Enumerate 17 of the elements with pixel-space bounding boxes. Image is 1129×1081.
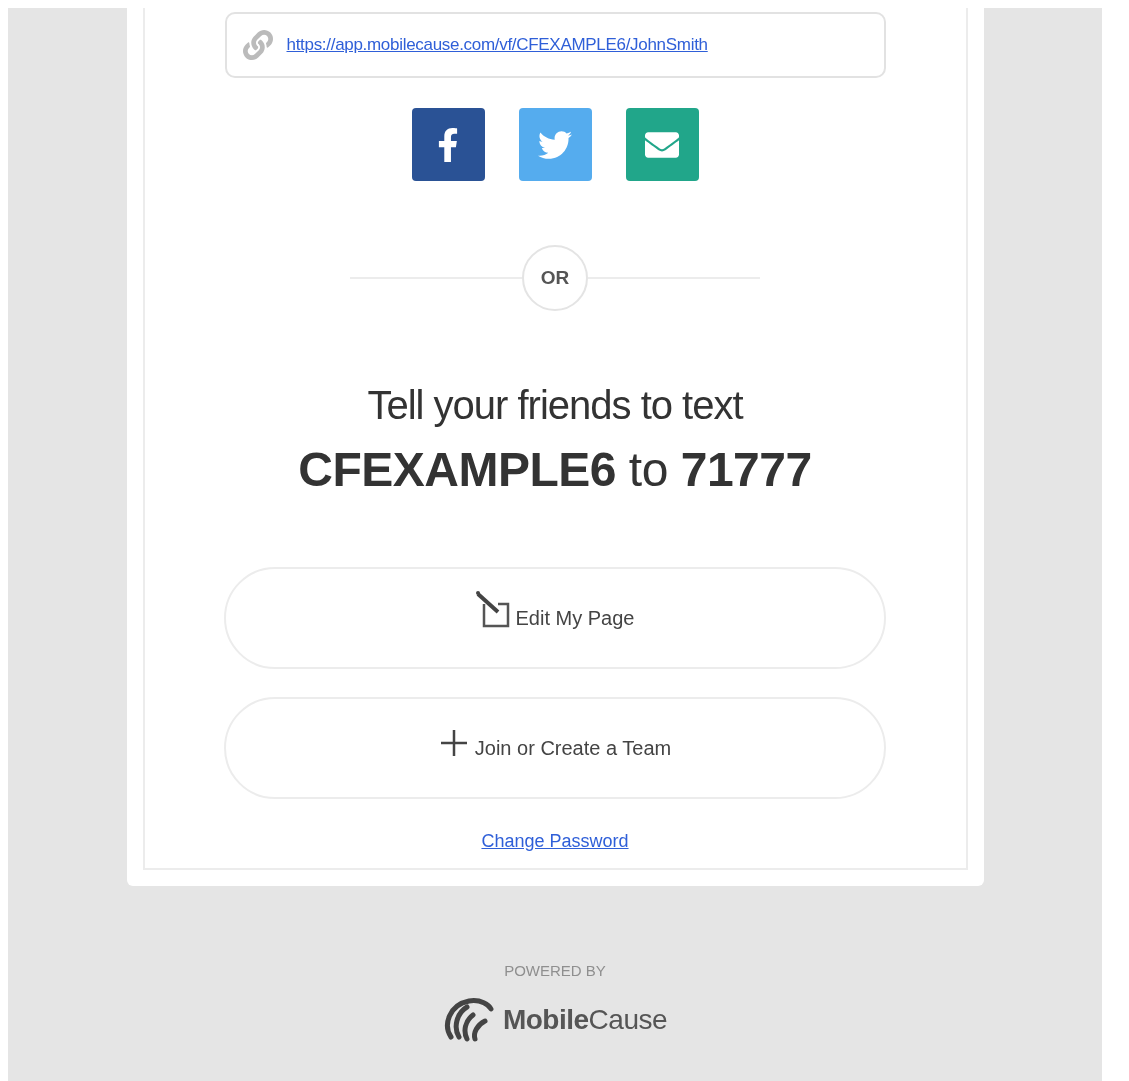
keyword-instruction: CFEXAMPLE6 to 71777 bbox=[298, 442, 812, 497]
twitter-share-button[interactable] bbox=[518, 108, 592, 181]
prompt-text: Tell your friends to text bbox=[367, 383, 743, 428]
plus-icon bbox=[438, 728, 469, 758]
facebook-share-button[interactable] bbox=[411, 108, 485, 181]
or-divider-badge: OR bbox=[522, 245, 588, 311]
team-button[interactable]: Join or Create a Team bbox=[224, 697, 886, 799]
logo-icon bbox=[442, 997, 495, 1043]
edit-page-button[interactable]: Edit My Page bbox=[224, 567, 886, 669]
logo-text: MobileCause bbox=[502, 1004, 668, 1036]
edit-icon bbox=[475, 590, 510, 630]
email-share-button[interactable] bbox=[625, 108, 699, 181]
link-icon bbox=[242, 30, 273, 60]
change-password-link[interactable]: Change Password bbox=[481, 831, 629, 852]
share-link-field[interactable]: https://app.mobilecause.com/vf/CFEXAMPLE6/JohnSmith bbox=[224, 12, 886, 78]
powered-by-text: POWERED BY bbox=[504, 962, 606, 979]
share-link[interactable]: https://app.mobilecause.com/vf/CFEXAMPLE6/JohnSmith bbox=[286, 35, 708, 55]
